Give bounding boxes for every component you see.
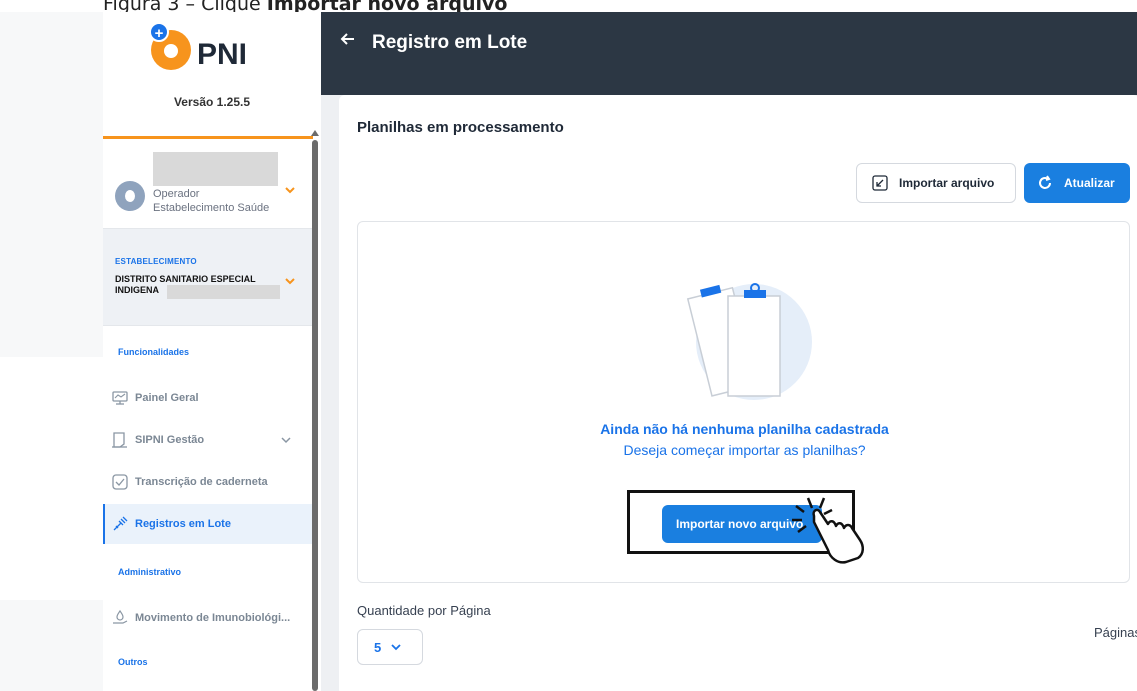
section-administrative: Administrativo <box>118 567 182 577</box>
syringe-icon <box>113 516 128 531</box>
user-role: Operador Estabelecimento Saúde <box>153 188 270 214</box>
file-import-icon <box>872 175 888 191</box>
import-file-label: Importar arquivo <box>899 176 995 190</box>
sidebar-item-label: Transcrição de caderneta <box>135 476 268 488</box>
import-file-button[interactable]: Importar arquivo <box>856 163 1016 203</box>
sidebar-scrollbar[interactable] <box>310 130 319 691</box>
sidebar-item-label: Movimento de Imunobiológi... <box>135 612 291 624</box>
chevron-down-icon <box>281 437 291 444</box>
scroll-up-icon[interactable] <box>311 130 319 136</box>
chevron-down-icon[interactable] <box>283 274 297 288</box>
empty-state-subtitle: Deseja começar importar as planilhas? <box>623 442 866 458</box>
chevron-down-icon <box>391 644 401 651</box>
pointer-hand-icon <box>792 497 864 564</box>
pages-label: Páginas <box>1094 625 1137 640</box>
section-others: Outros <box>118 657 148 667</box>
redacted-user-name <box>153 152 278 186</box>
background-strip <box>0 600 103 691</box>
hand-drop-icon <box>113 609 128 624</box>
redacted-establishment-name <box>167 285 280 299</box>
back-arrow-icon[interactable] <box>339 30 357 48</box>
per-page-select[interactable]: 5 <box>357 629 423 665</box>
clipboards-illustration-icon <box>686 283 812 400</box>
sidebar-item-painel-geral[interactable]: Painel Geral <box>103 378 313 418</box>
sidebar-item-label: Painel Geral <box>135 392 199 404</box>
sidebar-item-registros-em-lote[interactable]: Registros em Lote <box>103 504 313 544</box>
logo-area: + PNI Versão 1.25.5 <box>103 12 321 138</box>
scroll-thumb[interactable] <box>312 140 318 691</box>
screenshot: Figura 3 – Clique Importar novo arquivo … <box>0 0 1137 691</box>
per-page-value: 5 <box>374 639 382 655</box>
refresh-button[interactable]: Atualizar <box>1024 163 1130 203</box>
section-functionalities: Funcionalidades <box>118 347 190 357</box>
card: Planilhas em processamento Importar arqu… <box>339 95 1137 691</box>
checkbox-icon <box>112 474 128 490</box>
page-title: Registro em Lote <box>372 32 528 53</box>
sidebar-item-transcricao[interactable]: Transcrição de caderneta <box>103 462 313 502</box>
plus-badge-icon: + <box>149 22 169 42</box>
card-title: Planilhas em processamento <box>357 119 564 136</box>
per-page-label: Quantidade por Página <box>357 603 491 618</box>
top-bar: Registro em Lote <box>321 12 1137 78</box>
sidebar: + PNI Versão 1.25.5 Operador Estabelecim… <box>103 12 321 691</box>
refresh-icon <box>1039 175 1051 189</box>
app-version: Versão 1.25.5 <box>173 95 251 109</box>
monitor-icon <box>112 391 128 405</box>
empty-state: Ainda não há nenhuma planilha cadastrada… <box>357 221 1130 583</box>
sidebar-item-label: Registros em Lote <box>135 518 231 530</box>
sidebar-item-movimento[interactable]: Movimento de Imunobiológi... <box>103 598 313 638</box>
sidebar-item-label: SIPNI Gestão <box>135 434 205 446</box>
chevron-down-icon[interactable] <box>283 183 297 197</box>
empty-state-title: Ainda não há nenhuma planilha cadastrada <box>600 421 889 437</box>
header-band <box>321 78 1137 95</box>
app-logo-text: PNI <box>197 38 248 71</box>
document-icon <box>112 432 127 448</box>
establishment-label: ESTABELECIMENTO <box>115 257 197 266</box>
refresh-label: Atualizar <box>1064 176 1115 190</box>
main-content: Planilhas em processamento Importar arqu… <box>321 95 1137 691</box>
background-strip <box>0 12 103 357</box>
sidebar-item-sipni-gestao[interactable]: SIPNI Gestão <box>103 420 313 460</box>
establishment-selector[interactable]: ESTABELECIMENTO DISTRITO SANITARIO ESPEC… <box>103 228 313 326</box>
user-menu[interactable]: Operador Estabelecimento Saúde <box>103 139 313 229</box>
avatar <box>115 181 145 211</box>
